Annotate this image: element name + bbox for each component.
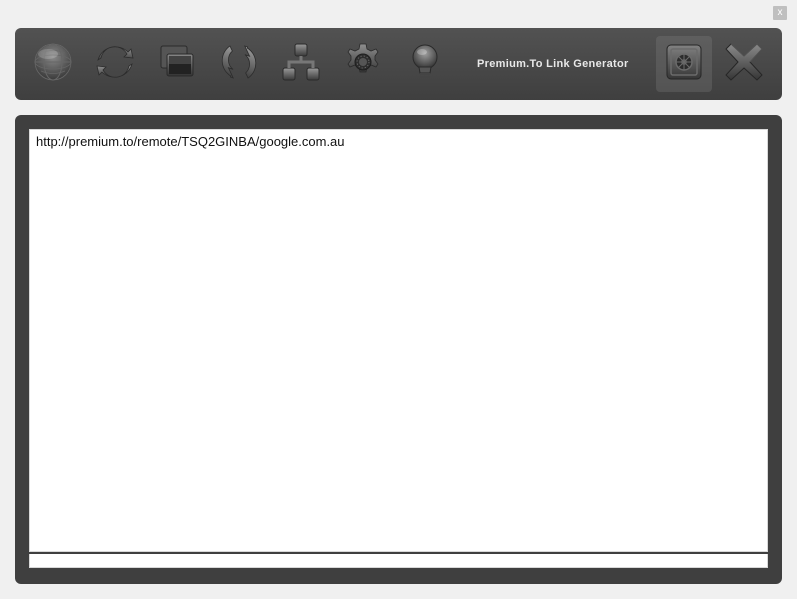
window-close-button[interactable]: x (773, 6, 787, 20)
settings-button[interactable] (335, 36, 391, 92)
content-panel (15, 115, 782, 584)
windows-icon (155, 40, 199, 89)
bulb-button[interactable] (397, 36, 453, 92)
refresh-button[interactable] (211, 36, 267, 92)
safe-button[interactable] (656, 36, 712, 92)
windows-button[interactable] (149, 36, 205, 92)
toolbar-title: Premium.To Link Generator (477, 58, 629, 70)
refresh-icon (217, 40, 261, 89)
bulb-icon (403, 40, 447, 89)
close-button[interactable] (716, 36, 772, 92)
status-bar (29, 554, 768, 568)
network-button[interactable] (273, 36, 329, 92)
safe-icon (662, 40, 706, 89)
toolbar-right-group (656, 36, 772, 92)
globe-icon (31, 40, 75, 89)
sync-icon (93, 40, 137, 89)
textarea-wrap (29, 129, 768, 552)
close-x-icon (722, 40, 766, 89)
globe-button[interactable] (25, 36, 81, 92)
network-icon (279, 40, 323, 89)
sync-button[interactable] (87, 36, 143, 92)
main-toolbar: Premium.To Link Generator (15, 28, 782, 100)
gear-icon (341, 40, 385, 89)
url-textarea[interactable] (29, 129, 768, 552)
